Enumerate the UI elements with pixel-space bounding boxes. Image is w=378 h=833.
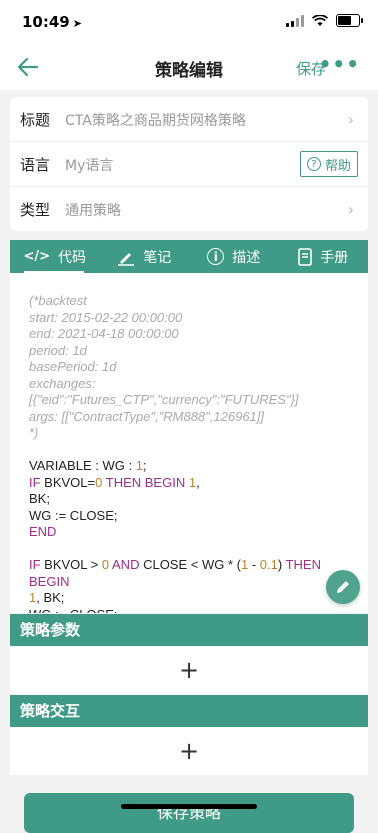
nav-bar: 策略编辑 保存 ••• — [0, 44, 378, 90]
more-icon[interactable]: ••• — [319, 54, 360, 74]
code-comment-line: exchanges: — [29, 375, 96, 391]
home-indicator — [121, 804, 257, 809]
language-label: 语言 — [20, 156, 51, 174]
cellular-signal-icon — [286, 14, 304, 27]
wifi-icon — [312, 14, 328, 26]
editor-tabs: </> 代码 笔记 i 描述 手册 — [10, 240, 368, 273]
code-editor[interactable]: (*backtest start: 2015-02-22 00:00:00 en… — [10, 273, 368, 613]
add-param-button[interactable]: + — [10, 646, 368, 694]
battery-icon — [336, 14, 363, 27]
pencil-icon — [337, 581, 349, 593]
strategy-interaction-header: 策略交互 — [10, 695, 368, 727]
code-comment-line: period: 1d — [29, 342, 87, 358]
question-icon: ? — [306, 157, 321, 171]
type-value: 通用策略 — [65, 203, 121, 219]
edit-fab-button[interactable] — [326, 570, 360, 604]
tab-notes-label: 笔记 — [143, 249, 172, 266]
help-button[interactable]: ? 帮助 — [299, 151, 358, 177]
code-comment-line: end: 2021-04-18 00:00:00 — [29, 326, 179, 341]
location-arrow-icon: ➤ — [72, 17, 82, 30]
tab-notes[interactable]: 笔记 — [100, 240, 190, 273]
tab-manual[interactable]: 手册 — [279, 240, 369, 273]
language-value: My语言 — [65, 158, 114, 174]
strategy-params-header: 策略参数 — [10, 614, 368, 646]
title-label: 标题 — [20, 111, 51, 129]
language-row[interactable]: 语言 My语言 ? 帮助 — [10, 142, 368, 187]
chevron-right-icon: › — [347, 200, 354, 219]
add-interaction-button[interactable]: + — [10, 727, 368, 775]
code-comment-line: basePeriod: 1d — [29, 359, 117, 374]
chevron-right-icon: › — [347, 110, 354, 129]
code-icon: </> — [23, 249, 51, 264]
code-comment-line: [{"eid":"Futures_CTP","currency":"FUTURE… — [29, 392, 299, 407]
strategy-info-card: 标题 CTA策略之商品期货网格策略 › 语言 My语言 ? 帮助 类型 通用策略 … — [10, 97, 368, 231]
code-comment-line: args: [["ContractType","RM888",126961]] — [29, 408, 264, 424]
tab-code-label: 代码 — [58, 249, 87, 266]
help-label: 帮助 — [324, 158, 351, 174]
type-row[interactable]: 类型 通用策略 › — [10, 187, 368, 231]
save-strategy-button[interactable]: 保存策略 — [24, 793, 354, 833]
code-comment-line: (*backtest — [29, 293, 87, 308]
tab-manual-label: 手册 — [320, 249, 349, 266]
status-time: 10:49 ➤ — [22, 13, 82, 31]
document-icon — [298, 247, 313, 266]
pen-icon — [118, 252, 135, 266]
tab-description-label: 描述 — [232, 249, 261, 266]
code-comment-line: *) — [29, 425, 39, 440]
status-icons — [286, 14, 363, 27]
code-comment-line: start: 2015-02-22 00:00:00 — [29, 309, 183, 325]
info-icon: i — [207, 248, 225, 265]
type-label: 类型 — [20, 201, 51, 219]
status-bar: 10:49 ➤ — [0, 0, 378, 44]
tab-description[interactable]: i 描述 — [189, 240, 279, 273]
title-row[interactable]: 标题 CTA策略之商品期货网格策略 › — [10, 97, 368, 142]
title-value: CTA策略之商品期货网格策略 — [65, 113, 246, 129]
tab-code[interactable]: </> 代码 — [10, 240, 100, 273]
